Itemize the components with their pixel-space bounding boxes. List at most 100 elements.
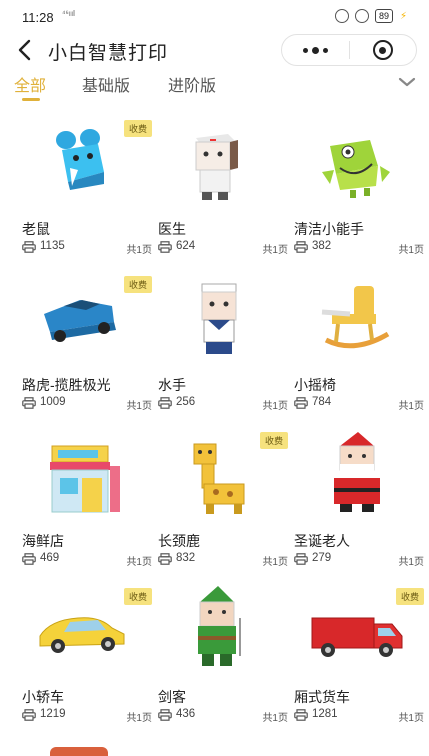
card-meta: 469 共1页 [22,552,152,568]
template-card[interactable]: 小摇椅 784 共1页 [292,266,428,416]
tab-active-indicator [22,98,40,101]
card-meta: 1281 共1页 [294,708,424,724]
printer-icon [294,397,308,409]
print-count: 784 [312,396,332,408]
printer-icon [294,241,308,253]
print-count: 1281 [312,708,338,720]
print-count: 256 [176,396,196,408]
template-card[interactable]: 收费 路虎-揽胜极光 1009 共1页 [20,266,156,416]
swordsman-papercraft-icon [156,578,292,678]
santa-papercraft-icon [292,422,428,522]
print-count: 382 [312,240,332,252]
paid-badge: 收费 [395,588,424,605]
printer-icon [158,241,172,253]
giraffe-papercraft-icon: 收费 [156,422,292,522]
battery-level: 89 [378,11,389,21]
paid-badge: 收费 [123,588,152,605]
card-title: 海鲜店 [22,533,64,549]
printer-icon [294,553,308,565]
red-truck-papercraft-icon: 收费 [292,578,428,678]
page-count: 共1页 [126,557,152,568]
card-meta: 256 共1页 [158,396,288,412]
page-count: 共1页 [262,557,288,568]
card-meta: 624 共1页 [158,240,288,256]
more-button[interactable] [282,35,349,65]
printer-icon [158,397,172,409]
back-icon[interactable] [14,36,36,64]
page-count: 共1页 [398,713,424,724]
print-count: 1009 [40,396,66,408]
printer-icon [158,709,172,721]
printer-icon [22,553,36,565]
print-count: 436 [176,708,196,720]
status-icons: 89 ⚡ [334,9,407,23]
next-row-thumbnail [50,747,108,756]
signal-icon: ⁴⁶ııl [62,9,75,18]
page-count: 共1页 [398,401,424,412]
card-title: 清洁小能手 [294,221,364,237]
blue-mouse-papercraft-icon: 收费 [20,110,156,210]
print-count: 624 [176,240,196,252]
print-count: 832 [176,552,196,564]
battery-icon: 89 [374,9,393,23]
template-card[interactable]: 收费 小轿车 1219 共1页 [20,578,156,728]
charging-icon: ⚡ [399,10,407,22]
card-title: 小摇椅 [294,377,336,393]
page-count: 共1页 [126,401,152,412]
tab-all[interactable]: 全部 [14,72,46,96]
card-meta: 382 共1页 [294,240,424,256]
page-count: 共1页 [398,557,424,568]
card-title: 医生 [158,221,186,237]
mini-program-capsule [281,34,417,66]
printer-icon [22,709,36,721]
card-title: 厢式货车 [294,689,350,705]
paid-badge: 收费 [123,276,152,293]
card-title: 路虎-揽胜极光 [22,377,111,393]
print-count: 469 [40,552,60,564]
paid-badge: 收费 [259,432,288,449]
card-meta: 1135 共1页 [22,240,152,256]
green-cleaner-papercraft-icon [292,110,428,210]
close-mini-program-button[interactable] [350,35,417,65]
card-title: 圣诞老人 [294,533,350,549]
card-meta: 832 共1页 [158,552,288,568]
page-count: 共1页 [126,713,152,724]
card-meta: 1219 共1页 [22,708,152,724]
card-meta: 279 共1页 [294,552,424,568]
template-card[interactable]: 剑客 436 共1页 [156,578,292,728]
print-count: 1135 [40,240,65,252]
status-time: 11:28 [22,10,54,25]
rocking-chair-papercraft-icon [292,266,428,366]
more-icon [302,46,328,54]
template-card[interactable]: 收费 厢式货车 1281 共1页 [292,578,428,728]
template-card[interactable]: 海鲜店 469 共1页 [20,422,156,572]
printer-icon [294,709,308,721]
template-card[interactable]: 圣诞老人 279 共1页 [292,422,428,572]
card-title: 剑客 [158,689,186,705]
tab-basic[interactable]: 基础版 [82,72,130,96]
template-card[interactable]: 收费 长颈鹿 832 共1页 [156,422,292,572]
template-card[interactable]: 收费 老鼠 1135 共1页 [20,110,156,260]
print-count: 1219 [40,708,66,720]
card-title: 水手 [158,377,186,393]
template-card[interactable]: 清洁小能手 382 共1页 [292,110,428,260]
target-icon [372,40,393,60]
page-count: 共1页 [262,401,288,412]
alarm-icon [354,9,369,23]
yellow-car-papercraft-icon: 收费 [20,578,156,678]
printer-icon [22,241,36,253]
sailor-papercraft-icon [156,266,292,366]
page-count: 共1页 [262,245,288,256]
print-count: 279 [312,552,332,564]
template-card[interactable]: 医生 624 共1页 [156,110,292,260]
status-bar: 11:28 ⁴⁶ııl 89 ⚡ [0,0,429,34]
card-meta: 1009 共1页 [22,396,152,412]
tab-advanced[interactable]: 进阶版 [168,72,216,96]
card-title: 小轿车 [22,689,64,705]
template-card[interactable]: 水手 256 共1页 [156,266,292,416]
printer-icon [158,553,172,565]
vibrate-icon [334,9,349,23]
chevron-down-icon[interactable] [397,74,417,90]
seafood-shop-papercraft-icon [20,422,156,522]
page-count: 共1页 [126,245,152,256]
